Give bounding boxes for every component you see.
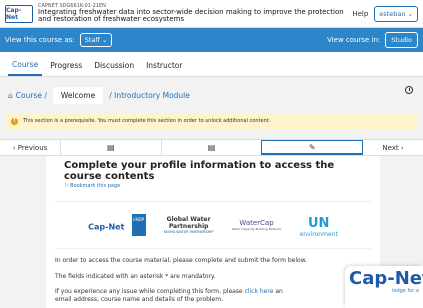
view-as-value: Staff [84,36,100,44]
undp-logo: UNDP [131,214,146,236]
click-here-link[interactable]: click here [245,288,274,295]
warning-text: This section is a prerequisite. You must… [23,118,271,124]
clock-icon [405,86,413,94]
instruction-2: The fields indicated with an asterisk * … [55,272,216,280]
tab-course[interactable]: Course [8,60,43,76]
studio-button[interactable]: Studio [385,32,418,48]
course-header: Cap-Net CAPNET SDG661K-01-21EN Integrati… [0,0,423,28]
chevron-down-icon: ⌄ [407,9,413,18]
un-text: UN [307,216,330,231]
gwp-line1: Global Water [166,216,211,223]
warning-icon: ! [11,117,18,125]
un-environment-logo: UN environment [300,212,338,238]
next-label: Next [382,143,399,152]
capnet-undp-logo: Cap-Net UNDP [88,214,146,236]
breadcrumb-separator: / [41,90,47,100]
tab-discussion[interactable]: Discussion [90,61,138,76]
gwp-line2: Partnership [168,223,209,230]
watercap-logo: WaterCap Water Capacity Building Network [232,219,282,231]
unit-content: Complete your profile information to acc… [46,156,380,308]
help-link[interactable]: Help [352,10,368,18]
prerequisite-warning: ! This section is a prerequisite. You mu… [5,113,418,129]
capnet-logo[interactable]: Cap-Net [5,4,33,23]
document-icon: ▤ [107,143,115,152]
previous-label: Previous [17,143,48,152]
sequence-item-1[interactable]: ▤ [60,140,161,155]
breadcrumb-course[interactable]: Course [16,91,42,100]
bookmark-link[interactable]: ⚐ Bookmark this page [64,183,371,189]
next-button[interactable]: Next › [363,144,423,152]
breadcrumb: ⌂ Course / Welcome / Introductory Module [0,77,423,113]
course-tabs: Course Progress Discussion Instructor [0,52,423,77]
unit-heading: Complete your profile information to acc… [64,160,335,182]
instruction-3: If you experience any issue while comple… [55,288,371,303]
capnet-corner-logo: Cap-Net ledge for a [345,266,423,308]
staff-bar: View this course as: Staff ⌄ View course… [0,28,423,52]
view-as-label: View this course as: [5,36,75,44]
page: Cap-Net CAPNET SDG661K-01-21EN Integrati… [0,0,423,308]
document-icon: ▤ [207,143,216,152]
chevron-right-icon: › [398,143,404,152]
home-icon: ⌂ [8,90,13,100]
gwp-sub: KENYA WATER PARTNERSHIP [163,230,214,234]
capnet-logo-text: Cap-Net [88,222,125,232]
user-menu-button[interactable]: esteban ⌄ [374,5,418,22]
sequence-item-2[interactable]: ▤ [160,140,262,155]
corner-logo-name: Cap-Net [349,268,423,289]
sequence-item-3[interactable]: ✎ [261,140,364,155]
previous-button[interactable]: ‹ Previous [0,144,60,152]
un-sub: environment [299,231,338,238]
view-in-label: View course in: [327,36,381,44]
tab-instructor[interactable]: Instructor [142,61,186,76]
breadcrumb-section[interactable]: Introductory Module [114,91,190,100]
instruction-3-line2: email address, course name and details o… [55,295,223,303]
instruction-3-after: an [275,288,283,295]
watercap-sub: Water Capacity Building Network [231,227,282,231]
edit-icon: ✎ [308,142,316,152]
gwp-logo: Global Water Partnership KENYA WATER PAR… [164,216,214,234]
breadcrumb-current[interactable]: Welcome [52,86,104,104]
chevron-down-icon: ⌄ [101,36,108,44]
username: esteban [379,9,406,18]
view-as-select[interactable]: Staff ⌄ [79,33,113,47]
watercap-name: WaterCap [239,219,274,227]
tab-progress[interactable]: Progress [46,61,86,76]
unit-navigation: ‹ Previous ▤ ▤ ✎ Next › [0,139,423,156]
instruction-3-before: If you experience any issue while comple… [55,288,243,295]
bookmark-label: Bookmark this page [70,183,121,189]
course-title-block: CAPNET SDG661K-01-21EN Integrating fresh… [38,4,346,23]
instruction-1: In order to access the course material, … [55,257,307,264]
partner-logos: Cap-Net UNDP Global Water Partnership KE… [55,201,371,249]
course-title: Integrating freshwater data into sector-… [38,8,344,23]
